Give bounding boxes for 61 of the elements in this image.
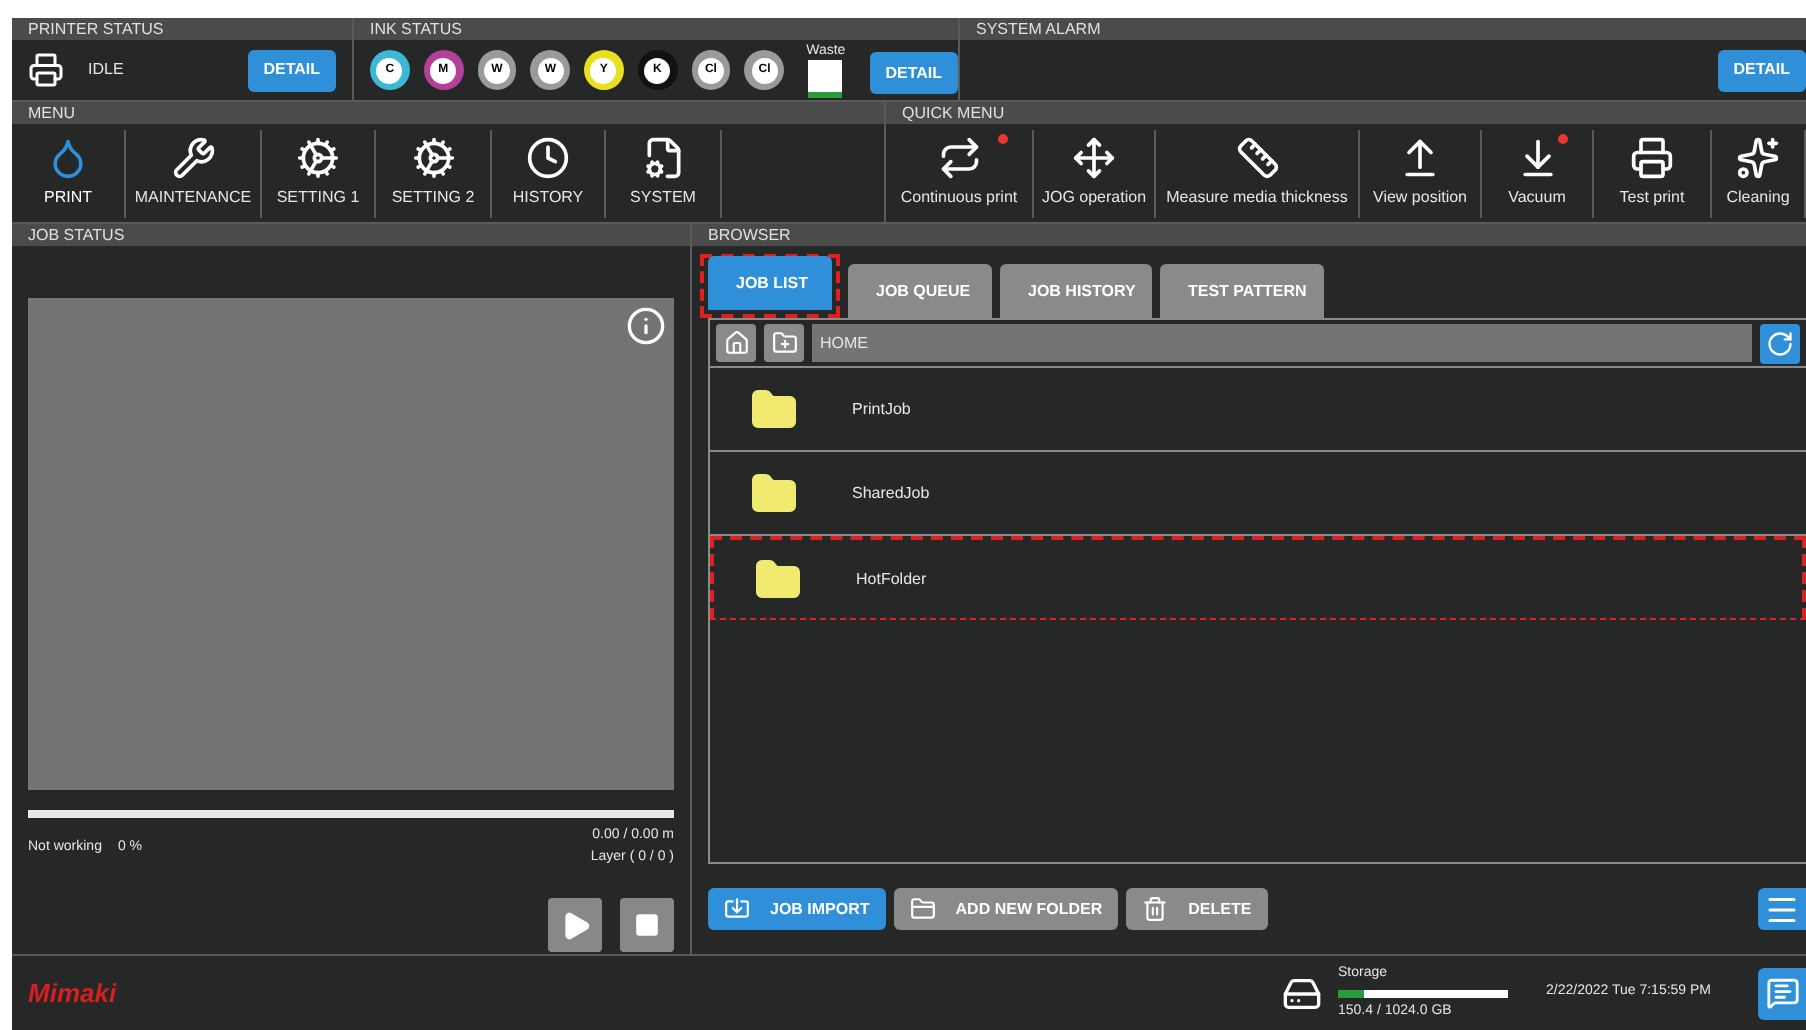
stop-button[interactable] [620, 898, 674, 952]
printer-state: IDLE [88, 58, 126, 82]
panel-title: PRINTER STATUS [28, 21, 164, 37]
panel-title: QUICK MENU [902, 105, 1005, 121]
chat-icon [1765, 976, 1799, 1010]
highlighted-folder-row[interactable]: HotFolder [710, 536, 1806, 620]
sparkles-icon [1736, 136, 1780, 180]
printer-icon [1630, 136, 1674, 180]
clock-icon [526, 136, 570, 180]
folder-name: SharedJob [852, 481, 930, 505]
folder-row[interactable]: SharedJob [710, 452, 1806, 536]
quick-menu-item[interactable]: Continuous print [886, 129, 1034, 217]
panel-title: SYSTEM ALARM [976, 21, 1101, 37]
folder-plus-icon [771, 330, 797, 356]
move-arrows-icon [1072, 136, 1116, 180]
folder-icon [909, 896, 936, 922]
folder-name: HotFolder [856, 567, 927, 591]
panel-title: MENU [28, 105, 76, 121]
printer-icon [28, 52, 64, 88]
gear-icon [411, 136, 455, 180]
quick-menu-item[interactable]: Test print [1594, 129, 1712, 217]
gear-icon [296, 136, 340, 180]
quick-menu-item[interactable]: Cleaning [1712, 129, 1806, 217]
folder-name: PrintJob [852, 397, 911, 421]
menu-item[interactable]: SETTING 1 [262, 129, 376, 217]
stop-icon [634, 912, 660, 938]
folder-row[interactable]: PrintJob [710, 368, 1806, 452]
wrench-icon [171, 136, 215, 180]
play-icon [559, 909, 591, 941]
quick-menu-item[interactable]: View position [1360, 129, 1482, 217]
menu-button[interactable] [1758, 888, 1806, 930]
new-folder-button[interactable] [764, 324, 804, 362]
repeat-arrows-icon [937, 136, 981, 180]
drive-icon [1282, 973, 1322, 1013]
menu-item[interactable]: HISTORY [492, 129, 606, 217]
panel-title: BROWSER [708, 227, 791, 243]
tray-icon [724, 896, 750, 922]
path-field[interactable]: HOME [812, 324, 1752, 362]
home-button[interactable] [716, 324, 756, 362]
folder-icon [748, 469, 800, 517]
refresh-icon [1766, 329, 1794, 357]
quick-menu-item[interactable]: JOG operation [1034, 129, 1156, 217]
refresh-button[interactable] [1760, 323, 1800, 363]
logo: Mimaki [28, 975, 117, 1012]
quick-menu-item[interactable]: Measure media thickness [1156, 129, 1360, 217]
info-icon[interactable] [626, 306, 666, 346]
trash-icon [1142, 896, 1169, 922]
menu-item[interactable]: PRINT [12, 129, 126, 217]
menu-item[interactable]: MAINTENANCE [126, 129, 262, 217]
home-icon [723, 330, 749, 356]
gear-document-icon [641, 136, 685, 180]
quick-menu-item[interactable]: Vacuum [1482, 129, 1594, 217]
menu-item[interactable]: SETTING 2 [376, 129, 492, 217]
folder-icon [752, 555, 804, 603]
panel-title: JOB STATUS [28, 227, 125, 243]
menu-item[interactable]: SYSTEM [606, 129, 722, 217]
folder-icon [748, 385, 800, 433]
message-button[interactable] [1758, 967, 1806, 1019]
play-button[interactable] [548, 898, 602, 952]
panel-title: INK STATUS [370, 21, 462, 37]
ruler-icon [1235, 136, 1279, 180]
